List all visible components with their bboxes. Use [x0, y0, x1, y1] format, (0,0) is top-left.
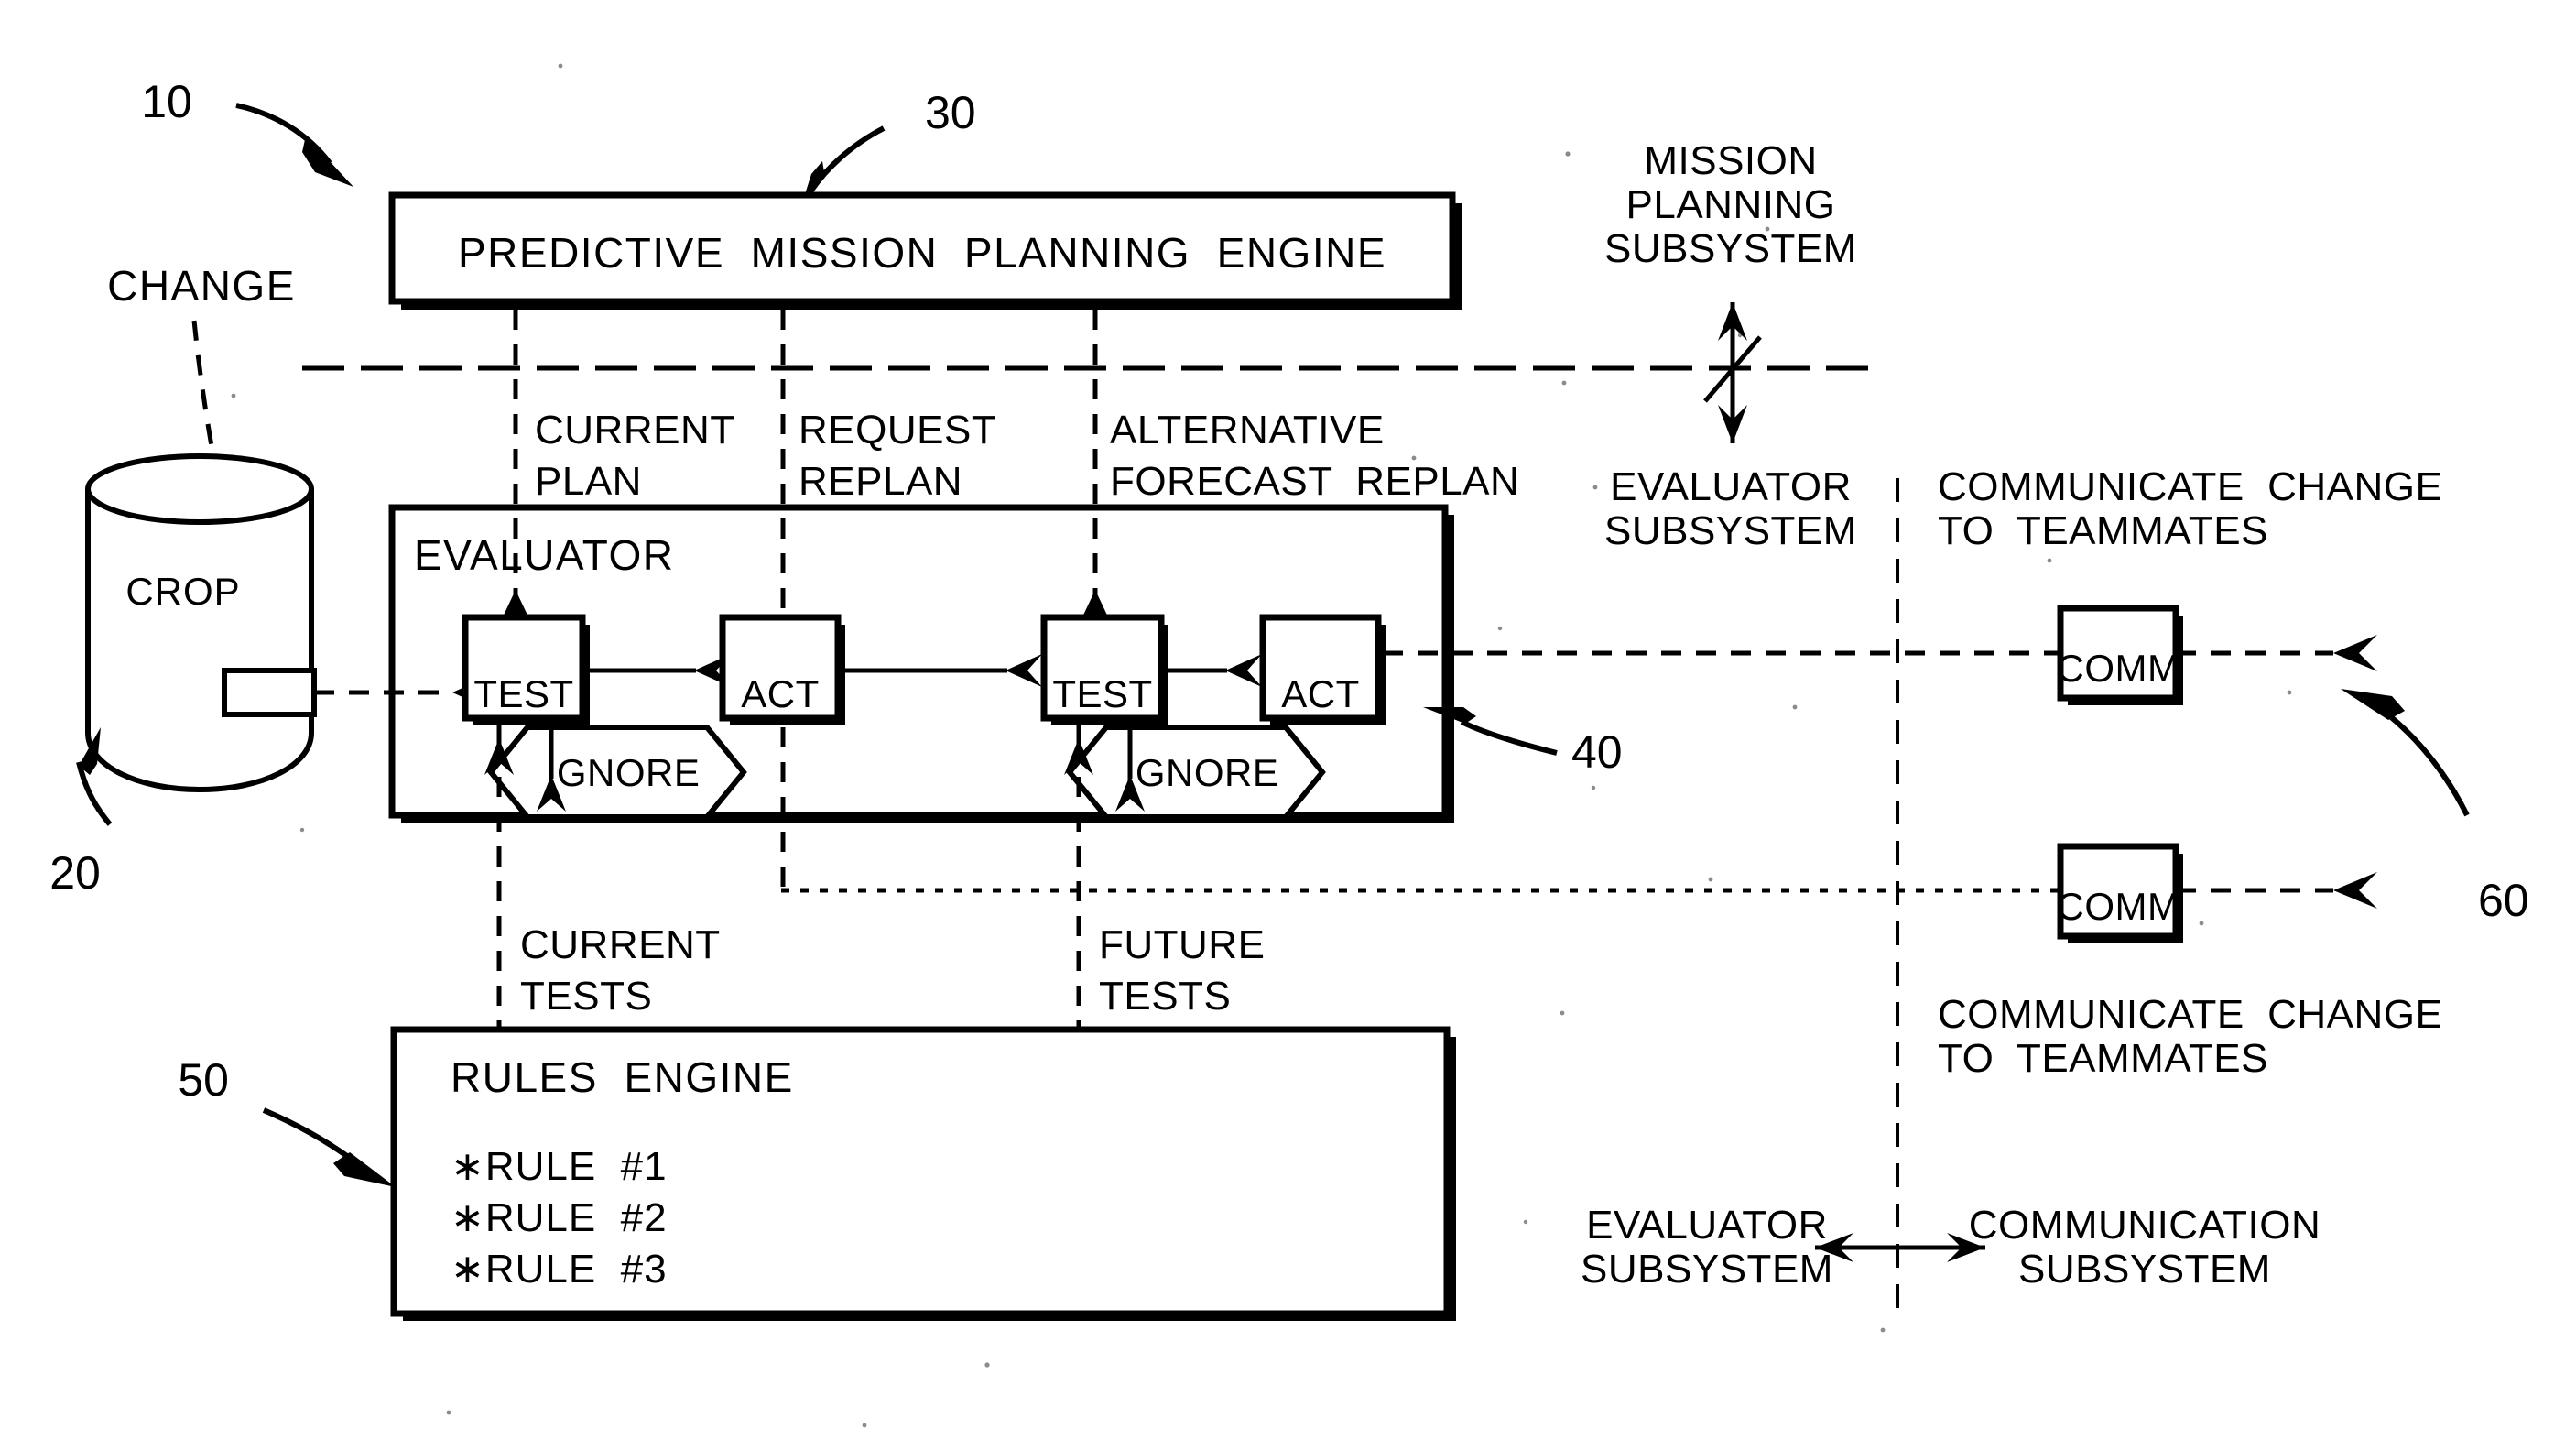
ref-numeral-50: 50 [178, 1054, 229, 1106]
ref-10-arrowhead [302, 136, 353, 187]
communicate-upper-line2: TO TEAMMATES [1938, 508, 2268, 553]
comm-top-output-arrowhead [2333, 635, 2377, 671]
request-replan-line2: REPLAN [799, 459, 962, 504]
node-test-2: TEST [1040, 614, 1168, 725]
subsystem-mission-planning: MISSION PLANNING SUBSYSTEM [1604, 138, 1857, 271]
node-ignore-2: IGNORE [1066, 722, 1326, 820]
node-act-1: ACT [719, 614, 845, 725]
ref-numeral-20: 20 [49, 847, 101, 899]
subsystem-divider-arrow-vertical [1703, 302, 1762, 443]
current-plan-line2: PLAN [535, 459, 642, 504]
future-tests-line1: FUTURE [1099, 922, 1265, 967]
act-1-label: ACT [741, 672, 820, 715]
ref-50-arrowhead [333, 1152, 396, 1187]
ignore-2-label: IGNORE [1125, 751, 1279, 794]
mission-planning-line1: MISSION [1644, 138, 1817, 183]
subsystem-communicate-lower: COMMUNICATE CHANGE TO TEAMMATES [1938, 992, 2442, 1081]
current-plan-line1: CURRENT [535, 408, 735, 452]
rules-engine-title: RULES ENGINE [451, 1053, 794, 1101]
evaluator-label: EVALUATOR [414, 531, 674, 579]
future-tests-line2: TESTS [1099, 974, 1231, 1019]
subsystem-communication-lower: COMMUNICATION SUBSYSTEM [1969, 1203, 2321, 1292]
alt-forecast-line1: ALTERNATIVE [1110, 408, 1385, 452]
ref-numeral-10: 10 [141, 76, 192, 127]
node-test-1: TEST [462, 614, 590, 725]
ref-numeral-60: 60 [2478, 875, 2529, 926]
node-act-2: ACT [1259, 614, 1386, 725]
crop-datastore: CROP 20 [49, 453, 317, 899]
rule-item-2: ∗RULE #2 [451, 1195, 668, 1240]
ref-60-arrowhead [2341, 689, 2405, 720]
evaluator-to-comm-top [1383, 635, 2377, 671]
flow-label-current-tests: CURRENT TESTS [520, 922, 721, 1019]
change-label: CHANGE [107, 262, 296, 310]
test-2-label: TEST [1052, 672, 1152, 715]
flow-label-future-tests: FUTURE TESTS [1099, 922, 1265, 1019]
alt-forecast-line2: FORECAST REPLAN [1110, 459, 1519, 504]
crop-change-marker [222, 668, 317, 717]
test-1-label: TEST [473, 672, 573, 715]
comm-top-label: COMM [2057, 647, 2180, 690]
node-ignore-1: IGNORE [487, 722, 747, 820]
comm-top-block: COMM [2057, 605, 2183, 705]
ref-numeral-40: 40 [1571, 726, 1623, 778]
comm-bottom-label: COMM [2057, 885, 2180, 928]
act-2-label: ACT [1281, 672, 1360, 715]
subsystem-evaluator-upper: EVALUATOR SUBSYSTEM [1604, 464, 1857, 553]
diagram-canvas: 10 30 PREDICTIVE MISSION PLANNING ENGINE… [49, 63, 2529, 1428]
planning-engine-block: PREDICTIVE MISSION PLANNING ENGINE [388, 191, 1462, 310]
mission-planning-line2: PLANNING [1626, 182, 1836, 227]
mission-planning-line3: SUBSYSTEM [1604, 226, 1857, 271]
evaluator-upper-line2: SUBSYSTEM [1604, 508, 1857, 553]
evaluator-upper-line1: EVALUATOR [1610, 464, 1852, 509]
subsystem-communicate-upper: COMMUNICATE CHANGE TO TEAMMATES [1938, 464, 2442, 553]
communication-lower-line2: SUBSYSTEM [2018, 1247, 2271, 1292]
planning-engine-label: PREDICTIVE MISSION PLANNING ENGINE [458, 229, 1386, 277]
request-replan-line1: REQUEST [799, 408, 996, 452]
ignore-1-label: IGNORE [546, 751, 701, 794]
comm-bottom-block: COMM [2057, 843, 2183, 943]
ref-numeral-30: 30 [925, 87, 976, 138]
communicate-upper-line1: COMMUNICATE CHANGE [1938, 464, 2442, 509]
current-tests-line2: TESTS [520, 974, 652, 1019]
communicate-lower-line2: TO TEAMMATES [1938, 1036, 2268, 1081]
evaluator-lower-line1: EVALUATOR [1586, 1203, 1828, 1248]
subsystem-divider-arrow-horizontal [1815, 1233, 1985, 1262]
ref-numeral-10-group: 10 [141, 76, 353, 187]
communicate-lower-line1: COMMUNICATE CHANGE [1938, 992, 2442, 1037]
rule-item-3: ∗RULE #3 [451, 1247, 668, 1292]
rule-item-1: ∗RULE #1 [451, 1144, 668, 1189]
patent-figure: 10 30 PREDICTIVE MISSION PLANNING ENGINE… [0, 0, 2576, 1450]
rules-engine-block: RULES ENGINE ∗RULE #1 ∗RULE #2 ∗RULE #3 … [178, 1026, 1456, 1321]
ref-numeral-60-group: 60 [2341, 689, 2529, 926]
current-tests-line1: CURRENT [520, 922, 721, 967]
subsystem-evaluator-lower: EVALUATOR SUBSYSTEM [1581, 1203, 1833, 1292]
crop-label: CROP [125, 570, 240, 613]
flow-label-request-replan: REQUEST REPLAN [799, 408, 996, 504]
flow-label-alternative-forecast-replan: ALTERNATIVE FORECAST REPLAN [1110, 408, 1519, 504]
comm-bottom-output-arrowhead [2333, 872, 2377, 909]
evaluator-lower-line2: SUBSYSTEM [1581, 1247, 1833, 1292]
flow-label-current-plan: CURRENT PLAN [535, 408, 735, 504]
communication-lower-line1: COMMUNICATION [1969, 1203, 2321, 1248]
